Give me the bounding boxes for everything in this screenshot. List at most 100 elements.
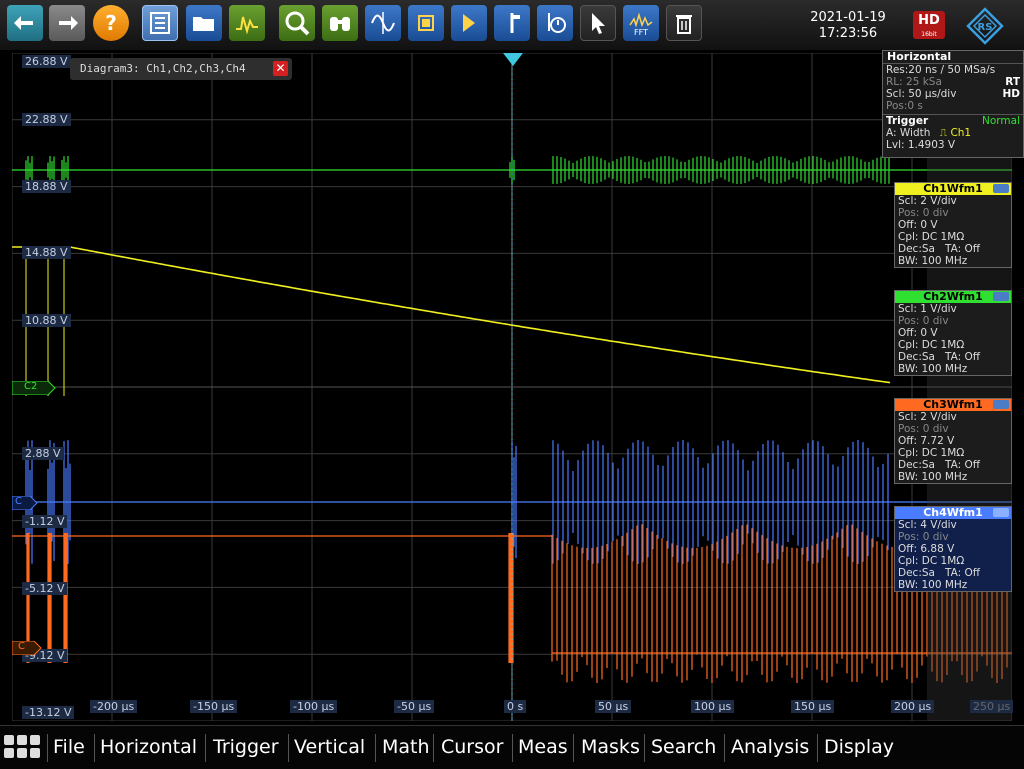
diagram-title: Diagram3: Ch1,Ch2,Ch3,Ch4 [80,62,246,75]
ch4-info-panel[interactable]: Ch4Wfm1 Scl: 4 V/div Pos: 0 div Off: 6.8… [894,506,1012,592]
trigger-a: A: Width [886,127,931,139]
waveform-diagram[interactable] [12,53,1012,721]
menu-math[interactable]: Math [382,736,430,758]
help-button[interactable]: ? [93,5,129,41]
y-label: 14.88 V [22,246,71,259]
signal-bar-button[interactable] [142,5,178,41]
y-label: -5.12 V [22,582,68,595]
ch2-cpl: Cpl: DC 1MΩ [898,339,965,351]
minimize-icon[interactable] [993,508,1009,517]
menu-search[interactable]: Search [651,736,716,758]
horizontal-rt: RT [1005,76,1020,88]
menu-masks[interactable]: Masks [581,736,640,758]
delete-button[interactable] [666,5,702,41]
redo-button[interactable] [49,5,85,41]
close-icon[interactable]: ✕ [273,61,288,76]
autoset-icon [236,16,258,35]
measure-button[interactable] [365,5,401,41]
ch3-info-panel[interactable]: Ch3Wfm1 Scl: 2 V/div Pos: 0 div Off: 7.7… [894,398,1012,484]
menu-analysis[interactable]: Analysis [731,736,809,758]
menu-cursor[interactable]: Cursor [441,736,503,758]
hd-badge[interactable]: HD 16bit [913,11,945,39]
history-button[interactable] [537,5,573,41]
ch1-bw: BW: 100 MHz [898,255,968,267]
ch2-pos: Pos: 0 div [898,315,949,327]
waveform-canvas[interactable] [12,53,1012,721]
ch2-header: Ch2Wfm1 [895,291,1011,303]
ch1-dec-row: Dec:Sa TA: Off [895,243,1011,255]
ch1-info-panel[interactable]: Ch1Wfm1 Scl: 2 V/div Pos: 0 div Off: 0 V… [894,182,1012,268]
ch3-level-marker[interactable]: C [11,640,42,656]
toolbar: ? FFT 2021-01-19 17:23:56 HD 16bit RS [0,0,1024,50]
fft-icon: FFT [629,12,653,37]
undo-icon [14,16,33,30]
trigger-marker-button[interactable] [451,5,487,41]
ch3-scl: Scl: 2 V/div [898,411,957,423]
fft-label: FFT [634,28,648,37]
help-icon: ? [105,11,117,35]
y-label: 10.88 V [22,314,71,327]
y-label: -13.12 V [22,706,75,719]
menu-horizontal[interactable]: Horizontal [100,736,197,758]
x-label: 50 µs [595,700,632,713]
ch1-off: Off: 0 V [898,219,938,231]
vertical-marker-button[interactable] [494,5,530,41]
ch3-marker-label: C [18,641,25,652]
x-label: -200 µs [90,700,138,713]
menu-meas[interactable]: Meas [518,736,568,758]
horizontal-trigger-panel[interactable]: Horizontal Res:20 ns / 50 MSa/s RL: 25 k… [882,50,1024,158]
x-label: 100 µs [691,700,735,713]
protocol-button[interactable] [408,5,444,41]
ch4-level-marker[interactable]: C [11,495,38,511]
minimize-icon[interactable] [993,400,1009,409]
chip-icon [418,15,434,31]
ch3-ta: TA: Off [944,459,980,471]
pulse-icon: ⎍ [939,127,948,139]
y-label: 22.88 V [22,113,71,126]
trigger-position-icon[interactable] [503,53,523,67]
search-button[interactable] [322,5,358,41]
menu-trigger[interactable]: Trigger [213,736,279,758]
minimize-icon[interactable] [993,292,1009,301]
ch1-cpl: Cpl: DC 1MΩ [898,231,965,243]
hd-label: HD [918,13,940,28]
menu-vertical[interactable]: Vertical [294,736,365,758]
ch2-info-panel[interactable]: Ch2Wfm1 Scl: 1 V/div Pos: 0 div Off: 0 V… [894,290,1012,376]
menu-file[interactable]: File [53,736,85,758]
trash-icon [676,15,692,34]
horizontal-rl-row: RL: 25 kSa RT [883,76,1023,88]
x-label: -150 µs [190,700,238,713]
ch3-off: Off: 7.72 V [898,435,955,447]
ch4-header: Ch4Wfm1 [895,507,1011,519]
autoset-button[interactable] [229,5,265,41]
ch2-ta: TA: Off [944,351,980,363]
horizontal-scl: Scl: 50 µs/div [886,88,957,100]
undo-button[interactable] [7,5,43,41]
trigger-a-row: A: Width ⎍ Ch1 [883,127,1023,139]
time-text: 17:23:56 [818,26,878,41]
horizontal-rl: RL: 25 kSa [886,76,942,88]
zoom-button[interactable] [279,5,315,41]
y-label: 2.88 V [22,447,64,460]
horizontal-res: Res:20 ns / 50 MSa/s [886,64,996,76]
x-label: 150 µs [791,700,835,713]
trigger-title: Trigger [886,115,929,127]
open-button[interactable] [186,5,222,41]
trigger-marker-icon [463,14,475,32]
bottom-menu-bar: File Horizontal Trigger Vertical Math Cu… [0,725,1024,769]
ch1-scl: Scl: 2 V/div [898,195,957,207]
x-label: 200 µs [891,700,935,713]
y-label: 26.88 V [22,55,71,68]
diagram-tab[interactable]: Diagram3: Ch1,Ch2,Ch3,Ch4 ✕ [70,58,292,80]
app-menu-grid-icon[interactable] [4,735,42,761]
minimize-icon[interactable] [993,184,1009,193]
rs-logo-icon[interactable]: RS [966,7,1004,45]
ch2-dec: Dec:Sa [898,351,935,363]
fft-button[interactable]: FFT [623,5,659,41]
ch2-level-marker[interactable]: C2 [11,380,56,396]
redo-icon [59,16,78,30]
menu-display[interactable]: Display [824,736,894,758]
ch2-scl: Scl: 1 V/div [898,303,957,315]
hd-sub: 16bit [921,31,937,38]
pointer-button[interactable] [580,5,616,41]
